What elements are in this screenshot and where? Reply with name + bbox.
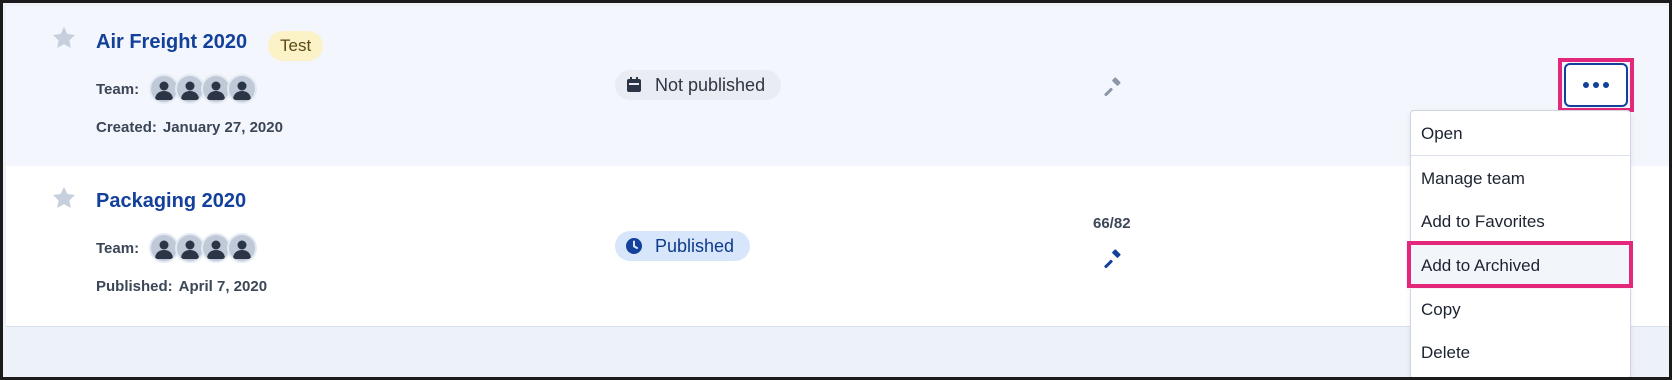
menu-item-add-to-favorites[interactable]: Add to Favorites [1421, 212, 1545, 232]
date-label: Published: [96, 278, 173, 295]
team-label: Team: [96, 240, 140, 257]
date-value: January 27, 2020 [162, 119, 283, 136]
star-icon[interactable] [50, 184, 78, 212]
team-label: Team: [96, 81, 140, 98]
person-icon [227, 74, 257, 104]
status-badge: Published [615, 231, 751, 261]
status-text: Not published [655, 74, 766, 95]
gavel-icon[interactable] [1104, 249, 1124, 269]
published-date: Published: April 7, 2020 [96, 278, 267, 295]
date-label: Created: [96, 119, 157, 136]
menu-item-open[interactable]: Open [1421, 124, 1463, 144]
gavel-icon[interactable] [1104, 77, 1124, 97]
project-title[interactable]: Packaging 2020 [96, 190, 246, 213]
menu-item-manage-team[interactable]: Manage team [1421, 169, 1525, 189]
team-avatars[interactable] [149, 233, 257, 263]
calendar-icon [627, 77, 641, 92]
project-title[interactable]: Air Freight 2020 [96, 31, 247, 54]
person-icon [227, 233, 257, 263]
star-icon[interactable] [50, 24, 78, 52]
team-avatars[interactable] [149, 74, 257, 104]
menu-divider [1411, 155, 1630, 156]
status-text: Published [655, 235, 735, 256]
highlight-add-to-archived [1407, 241, 1633, 288]
status-badge: Not published [615, 70, 782, 100]
menu-item-copy[interactable]: Copy [1421, 300, 1461, 320]
highlight-more-button [1558, 58, 1634, 112]
date-value: April 7, 2020 [178, 278, 268, 295]
project-list-frame: Air Freight 2020 Test Team: Created: Janu… [0, 0, 1672, 380]
created-date: Created: January 27, 2020 [96, 119, 283, 136]
tag-badge: Test [268, 31, 324, 61]
menu-item-delete[interactable]: Delete [1421, 343, 1470, 363]
voting-count: 66/82 [1093, 215, 1131, 232]
clock-icon [626, 238, 642, 254]
